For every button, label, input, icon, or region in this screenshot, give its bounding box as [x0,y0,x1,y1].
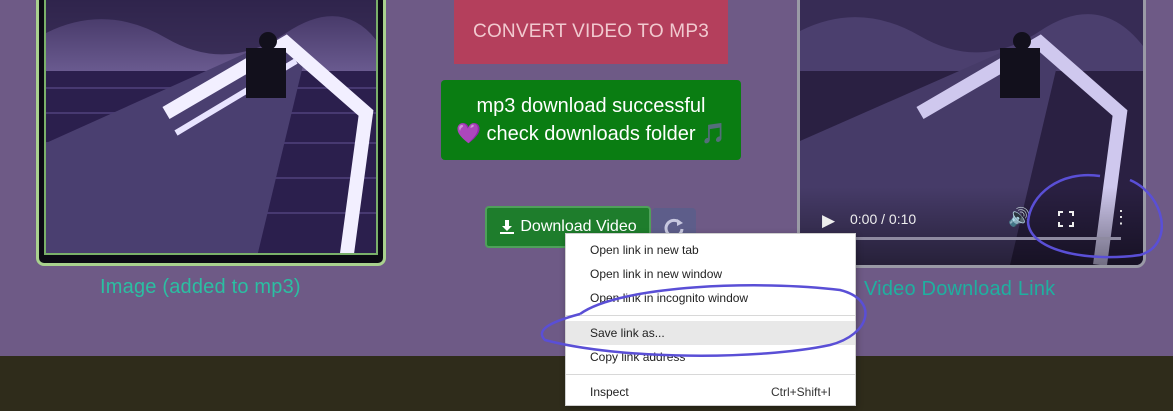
context-menu: Open link in new tab Open link in new wi… [565,233,856,406]
volume-icon[interactable]: 🔊 [1008,207,1030,228]
menu-open-new-tab[interactable]: Open link in new tab [566,238,855,262]
fullscreen-icon[interactable] [1058,211,1074,227]
download-icon [500,220,515,234]
more-options-icon[interactable]: ⋮ [1112,207,1130,228]
image-caption: Image (added to mp3) [100,276,301,298]
success-message: mp3 download successful 💜 check download… [441,80,741,160]
menu-copy-link-address[interactable]: Copy link address [566,345,855,369]
seek-bar[interactable] [820,237,1121,240]
menu-separator [566,374,855,375]
convert-video-button[interactable]: CONVERT VIDEO TO MP3 [454,0,728,64]
menu-open-incognito[interactable]: Open link in incognito window [566,286,855,310]
menu-inspect-label: Inspect [590,385,629,399]
menu-inspect-shortcut: Ctrl+Shift+I [770,385,831,399]
heart-icon: 💜 [456,123,481,145]
video-caption: Video Download Link [864,278,1056,300]
menu-separator [566,315,855,316]
menu-open-new-window[interactable]: Open link in new window [566,262,855,286]
menu-inspect[interactable]: Inspect Ctrl+Shift+I [566,380,855,404]
video-player[interactable]: ▶ 0:00 / 0:10 🔊 ⋮ [797,0,1146,268]
cover-image-card [36,0,386,266]
pier-photo [46,0,376,253]
play-icon[interactable]: ▶ [822,211,835,231]
video-time: 0:00 / 0:10 [850,211,917,227]
success-line-1: mp3 download successful [476,95,706,117]
success-line-2-row: 💜 check downloads folder 🎵 [441,120,741,148]
success-line-2: check downloads folder [486,123,696,145]
music-note-icon: 🎵 [701,123,726,145]
cover-image [44,0,378,255]
menu-save-link-as[interactable]: Save link as... [566,321,855,345]
